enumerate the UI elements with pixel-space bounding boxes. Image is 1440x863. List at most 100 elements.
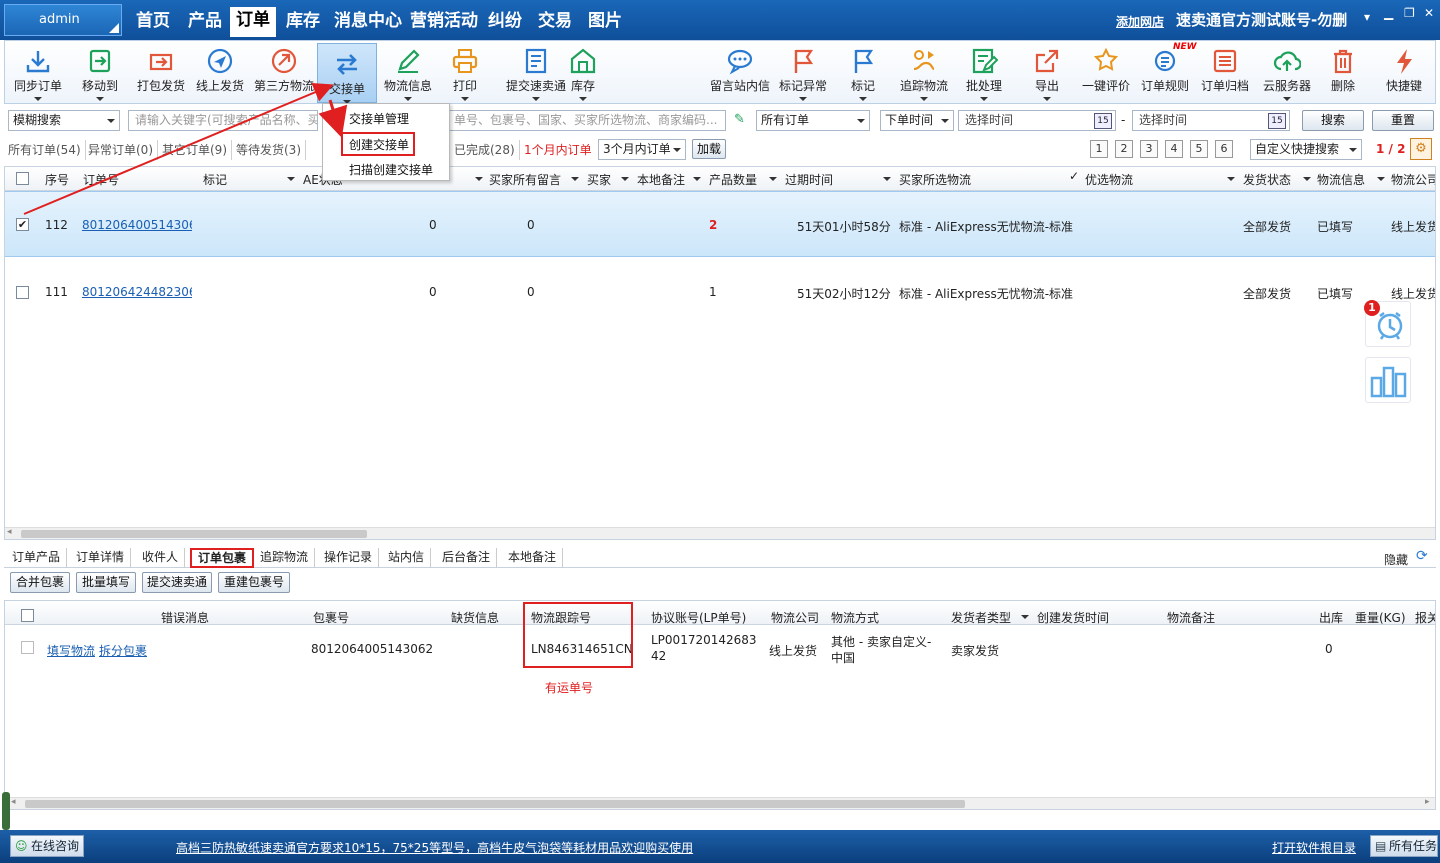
col-expire[interactable]: 过期时间 (785, 171, 833, 188)
rebuild-package-no-button[interactable]: 重建包裹号 (218, 572, 290, 593)
calendar-icon[interactable]: 15 (1268, 113, 1286, 129)
start-time-input[interactable]: 选择时间 15 (958, 110, 1116, 131)
toolbar-btn-lightning[interactable]: 快捷键 (1379, 41, 1429, 103)
end-time-input[interactable]: 选择时间 15 (1132, 110, 1290, 131)
scope-one-month[interactable]: 1个月内订单 (522, 140, 596, 160)
col-logistics-company[interactable]: 物流公司 (771, 609, 819, 626)
toolbar-btn-send[interactable]: 线上发货 (191, 41, 249, 103)
col-seq[interactable]: 序号 (45, 171, 69, 188)
search-mode-select[interactable]: 模糊搜索 (8, 110, 120, 131)
package-grid-hscrollbar[interactable]: ◂ ▸ (5, 797, 1435, 809)
col-buyer[interactable]: 买家 (587, 171, 611, 188)
col-logistics-info[interactable]: 物流信息 (1317, 171, 1365, 188)
tab-backend-notes[interactable]: 后台备注 (436, 548, 498, 568)
col-carrier[interactable]: 物流公司 (1391, 171, 1435, 188)
time-type-select[interactable]: 下单时间 (880, 110, 954, 131)
toolbar-btn-red-flag[interactable]: 标记异常 (773, 41, 833, 103)
hide-panel-link[interactable]: 隐藏 (1384, 551, 1408, 568)
page-5-button[interactable]: 5 (1190, 140, 1208, 158)
col-error-message[interactable]: 错误消息 (161, 609, 209, 626)
split-package-link[interactable]: 拆分包裹 (99, 642, 147, 659)
online-consult-button[interactable]: ☺ 在线咨询 (10, 835, 84, 857)
col-lp-no[interactable]: 协议账号(LP单号) (651, 609, 746, 626)
col-stockout-info[interactable]: 缺货信息 (451, 609, 499, 626)
select-all-checkbox[interactable] (16, 172, 29, 185)
col-logistics-note[interactable]: 物流备注 (1167, 609, 1215, 626)
toolbar-btn-trash[interactable]: 删除 (1323, 41, 1363, 103)
search-button[interactable]: 搜索 (1302, 110, 1364, 131)
toolbar-btn-move[interactable]: 移动到 (75, 41, 125, 103)
page-4-button[interactable]: 4 (1165, 140, 1183, 158)
nav-item-4[interactable]: 消息中心 (328, 8, 408, 36)
scroll-right-icon[interactable]: ▸ (1425, 797, 1430, 807)
toolbar-btn-swap-arrows[interactable]: 交接单 (317, 43, 377, 104)
nav-item-7[interactable]: 交易 (532, 8, 578, 36)
toolbar-btn-chat-bubble[interactable]: 留言站内信 (707, 41, 773, 103)
toolbar-btn-printer[interactable]: 打印 (445, 41, 485, 103)
col-mark[interactable]: 标记 (203, 171, 227, 188)
reset-button[interactable]: 重置 (1372, 110, 1434, 131)
scroll-left-icon[interactable]: ◂ (11, 797, 16, 807)
nav-item-8[interactable]: 图片 (582, 8, 628, 36)
toolbar-btn-third-party-logistics[interactable]: 第三方物流 (251, 41, 317, 103)
nav-item-0[interactable]: 首页 (130, 8, 176, 36)
nav-item-2[interactable]: 订单 (230, 7, 276, 37)
package-row-checkbox[interactable] (21, 641, 34, 654)
table-row[interactable]: ✔ 112 801206400514306 0 0 2 51天01小时58分 标… (5, 191, 1435, 257)
tab-order-package[interactable]: 订单包裹 (190, 548, 255, 568)
nav-item-5[interactable]: 营销活动 (404, 8, 484, 36)
table-row[interactable]: 填写物流 拆分包裹 8012064005143062 LN846314651CN… (5, 625, 1435, 671)
load-button[interactable]: 加载 (692, 139, 726, 159)
page-6-button[interactable]: 6 (1215, 140, 1233, 158)
account-name[interactable]: 速卖通官方测试账号-勿删 (1176, 9, 1347, 30)
row-checkbox[interactable] (16, 286, 29, 299)
filter-tab-awaiting-ship[interactable]: 等待发货(3) (234, 140, 306, 160)
col-outbound[interactable]: 出库 (1319, 609, 1343, 626)
table-row[interactable]: 111 801206424482306 0 0 1 51天02小时12分 标准 … (5, 259, 1435, 325)
tab-operation-log[interactable]: 操作记录 (318, 548, 380, 568)
row-checkbox-checked[interactable]: ✔ (16, 218, 29, 231)
scope-select[interactable]: 3个月内订单 (598, 139, 686, 160)
order-grid-hscrollbar[interactable]: ◂ (5, 527, 1435, 539)
scroll-left-icon[interactable]: ◂ (7, 527, 12, 537)
toolbar-btn-cloud-upload[interactable]: 云服务器 (1257, 41, 1317, 103)
col-weight[interactable]: 重量(KG) (1355, 609, 1406, 626)
row-order-no-link[interactable]: 801206424482306 (82, 285, 192, 299)
col-ship-status[interactable]: 发货状态 (1243, 171, 1291, 188)
scroll-thumb[interactable] (25, 800, 965, 808)
menu-item-handover-manage[interactable]: 交接单管理 (349, 110, 409, 127)
open-root-dir-link[interactable]: 打开软件根目录 (1272, 839, 1356, 856)
filter-tab-abnormal[interactable]: 异常订单(0) (86, 140, 158, 160)
col-customs[interactable]: 报关 (1415, 609, 1435, 626)
tab-order-products[interactable]: 订单产品 (6, 548, 68, 568)
toolbar-btn-batch-edit[interactable]: 批处理 (959, 41, 1009, 103)
toolbar-btn-blue-flag[interactable]: 标记 (843, 41, 883, 103)
minimize-icon[interactable]: ▁ (1384, 6, 1393, 20)
page-1-button[interactable]: 1 (1090, 140, 1108, 158)
filter-tab-other[interactable]: 其它订单(9) (160, 140, 232, 160)
all-tasks-button[interactable]: ▤ 所有任务 (1370, 835, 1438, 857)
restore-icon[interactable]: ❐ (1404, 6, 1415, 20)
account-dropdown-icon[interactable]: ▾ (1364, 10, 1370, 24)
menu-item-create-handover[interactable]: 创建交接单 (349, 136, 409, 153)
page-3-button[interactable]: 3 (1140, 140, 1158, 158)
nav-item-3[interactable]: 库存 (280, 8, 326, 36)
tab-track-logistics[interactable]: 追踪物流 (254, 548, 316, 568)
statistics-widget[interactable] (1365, 357, 1411, 403)
col-sender-type[interactable]: 发货者类型 (951, 609, 1011, 626)
column-settings-icon[interactable]: ⚙ (1410, 138, 1432, 160)
promo-marquee-link[interactable]: 高档三防热敏纸速卖通官方要求10*15，75*25等型号，高档牛皮气泡袋等耗材用… (176, 839, 693, 856)
calendar-icon[interactable]: 15 (1094, 113, 1112, 129)
nav-item-1[interactable]: 产品 (182, 8, 228, 36)
row-order-no-link[interactable]: 801206400514306 (82, 218, 192, 232)
toolbar-btn-pencil[interactable]: 物流信息 (377, 41, 439, 103)
merge-package-button[interactable]: 合并包裹 (10, 572, 70, 593)
batch-fill-button[interactable]: 批量填写 (76, 572, 136, 593)
select-all-packages-checkbox[interactable] (21, 609, 34, 622)
col-package-no[interactable]: 包裹号 (313, 609, 349, 626)
toolbar-btn-package-ship[interactable]: 打包发货 (131, 41, 191, 103)
col-local-note[interactable]: 本地备注 (637, 171, 685, 188)
toolbar-btn-download[interactable]: 同步订单 (9, 41, 67, 103)
col-create-ship-time[interactable]: 创建发货时间 (1037, 609, 1109, 626)
close-icon[interactable]: ✕ (1424, 6, 1434, 20)
